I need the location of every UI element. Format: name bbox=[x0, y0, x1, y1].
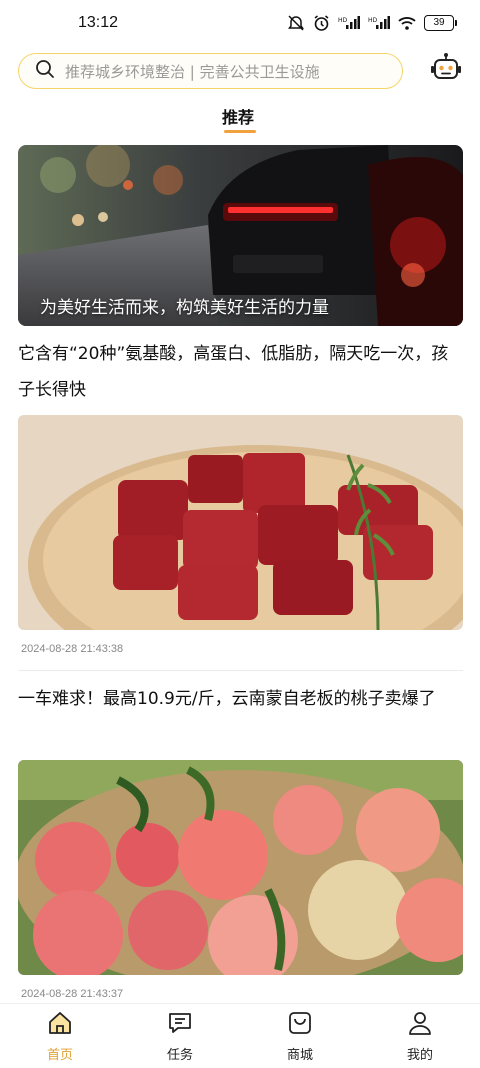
feed-item-image[interactable] bbox=[18, 415, 463, 630]
search-input[interactable]: 推荐城乡环境整治 | 完善公共卫生设施 bbox=[18, 53, 403, 89]
hd-signal-icon: HD bbox=[368, 16, 390, 30]
feed-item-date: 2024-08-28 21:43:38 bbox=[21, 643, 124, 655]
nav-task[interactable]: 任务 bbox=[150, 1010, 210, 1063]
feed-divider bbox=[18, 670, 463, 671]
search-icon bbox=[35, 59, 55, 83]
task-icon bbox=[167, 1010, 193, 1040]
nav-profile[interactable]: 我的 bbox=[390, 1010, 450, 1063]
svg-text:HD: HD bbox=[338, 17, 348, 24]
nav-shop[interactable]: 商城 bbox=[270, 1010, 330, 1063]
mute-icon bbox=[287, 15, 305, 31]
tab-bar: 推荐 bbox=[0, 104, 480, 136]
banner-caption: 为美好生活而来，构筑美好生活的力量 bbox=[40, 298, 329, 318]
feed-item-title[interactable]: 它含有“20种”氨基酸，高蛋白、低脂肪，隔天吃一次，孩子长得快 bbox=[18, 336, 464, 408]
feed-item-title[interactable]: 一车难求！最高10.9元/斤，云南蒙自老板的桃子卖爆了 bbox=[18, 681, 464, 717]
nav-home[interactable]: 首页 bbox=[30, 1010, 90, 1063]
tab-recommend[interactable]: 推荐 bbox=[222, 104, 254, 128]
feed-item-image[interactable] bbox=[18, 760, 463, 975]
peach-image bbox=[18, 760, 463, 975]
nav-task-label: 任务 bbox=[166, 1048, 193, 1063]
user-icon bbox=[407, 1010, 433, 1040]
hd-signal-icon: HD bbox=[338, 16, 360, 30]
robot-assistant-button[interactable] bbox=[428, 52, 464, 88]
status-icons: HD HD 39 bbox=[287, 14, 457, 32]
search-placeholder: 推荐城乡环境整治 | 完善公共卫生设施 bbox=[65, 62, 320, 81]
search-row: 推荐城乡环境整治 | 完善公共卫生设施 bbox=[18, 52, 464, 90]
nav-shop-label: 商城 bbox=[286, 1048, 313, 1063]
bottom-navigation: 首页 任务 商城 我的 bbox=[0, 1003, 480, 1068]
svg-text:HD: HD bbox=[368, 17, 378, 24]
battery-icon: 39 bbox=[424, 15, 457, 31]
status-bar: 13:12 HD HD 39 bbox=[0, 0, 480, 46]
nav-home-label: 首页 bbox=[46, 1048, 73, 1063]
alarm-icon bbox=[313, 14, 330, 32]
banner-carousel[interactable]: 为美好生活而来，构筑美好生活的力量 bbox=[18, 145, 463, 326]
wifi-icon bbox=[398, 16, 416, 30]
shop-bag-icon bbox=[287, 1010, 313, 1040]
beef-image bbox=[18, 415, 463, 630]
robot-icon bbox=[430, 52, 462, 88]
home-icon bbox=[47, 1010, 73, 1040]
nav-profile-label: 我的 bbox=[406, 1048, 433, 1063]
status-time: 13:12 bbox=[78, 14, 119, 31]
feed-item-date: 2024-08-28 21:43:37 bbox=[21, 988, 124, 1000]
tab-active-indicator bbox=[224, 130, 256, 133]
